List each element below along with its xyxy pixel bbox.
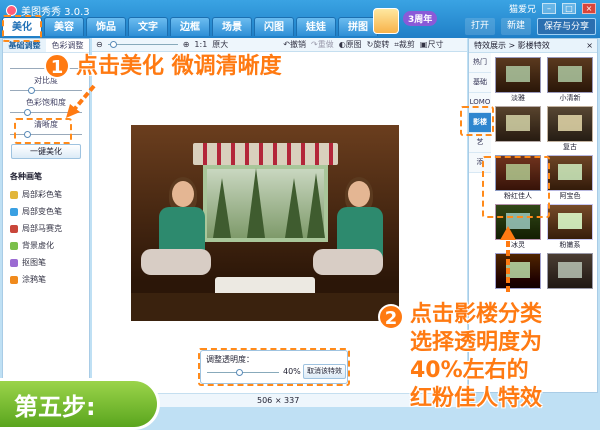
arrow-down-left-icon [66, 84, 96, 118]
arrow-up-icon [500, 226, 516, 292]
slider-knob[interactable] [28, 87, 35, 94]
zoom-knob[interactable] [109, 41, 117, 48]
zoom-in-icon[interactable]: ⊕ [183, 40, 190, 49]
main-tabs: 美化 美容 饰品 文字 边框 场景 闪图 娃娃 拼图 [2, 17, 378, 36]
tab-scene[interactable]: 场景 [212, 17, 252, 36]
brush-item[interactable]: 涂鸦笔 [3, 271, 89, 288]
effects-header: 特效展示 > 影楼特效 × [469, 39, 597, 53]
user-name[interactable]: 猫爱兄 [509, 2, 536, 15]
image-dimensions: 506 × 337 [257, 396, 300, 405]
maximize-icon[interactable]: □ [562, 3, 576, 14]
effect-thumb[interactable]: 阿宝色 [547, 155, 593, 201]
rotate-button[interactable]: ↻旋转 [367, 39, 390, 50]
tab-border[interactable]: 边框 [170, 17, 210, 36]
step-2-callout-line-2: 选择透明度为 [410, 330, 543, 355]
effect-thumb[interactable]: 粉嫩系 [547, 204, 593, 250]
undo-button[interactable]: ↶撤销 [283, 39, 306, 50]
file-actions: 打开 新建 保存与分享 [464, 18, 596, 35]
effect-thumb[interactable]: 复古 [547, 106, 593, 152]
tab-accessories[interactable]: 饰品 [86, 17, 126, 36]
step-2-marker: 2 [378, 304, 404, 330]
anniversary-banner: 3周年 [365, 2, 445, 36]
anniversary-label: 3周年 [403, 11, 438, 26]
zoom-slider[interactable] [107, 41, 178, 48]
category-basic[interactable]: 基础 [469, 73, 491, 93]
title-bar: 美图秀秀 3.0.3 美化 美容 饰品 文字 边框 场景 闪图 娃娃 拼图 3周… [0, 0, 600, 38]
highlight-transparency [198, 348, 350, 386]
effect-thumb[interactable] [495, 106, 541, 152]
step-1-marker: 1 [44, 53, 70, 79]
close-icon[interactable]: × [582, 3, 596, 14]
mosaic-icon [10, 224, 18, 233]
highlight-studio-category [460, 106, 494, 136]
edited-photo[interactable] [131, 125, 399, 321]
recolor-brush-icon [10, 207, 18, 216]
resize-button[interactable]: ▣尺寸 [420, 39, 444, 50]
photo-counter [131, 293, 399, 321]
brush-item[interactable]: 局部变色笔 [3, 203, 89, 220]
highlight-beautify-tab [2, 15, 42, 42]
brush-item[interactable]: 局部马赛克 [3, 220, 89, 237]
effect-thumb[interactable] [547, 253, 593, 299]
photo-tree [213, 178, 231, 238]
photo-tree [285, 178, 303, 238]
window-controls: 猫爱兄 – □ × [509, 2, 596, 15]
canvas-toolbar: ⊖ ⊕ 1:1 原大 ↶撤销 ↷重做 ◐原图 ↻旋转 ⌗裁剪 ▣尺寸 [92, 38, 467, 52]
redo-button[interactable]: ↷重做 [311, 39, 334, 50]
tab-doll[interactable]: 娃娃 [296, 17, 336, 36]
doodle-icon [10, 275, 18, 284]
slider-knob[interactable] [24, 109, 32, 116]
open-button[interactable]: 打开 [464, 18, 495, 35]
brush-item[interactable]: 背景虚化 [3, 237, 89, 254]
step-1-callout: 点击美化 微调清晰度 [76, 54, 282, 79]
close-panel-icon[interactable]: × [586, 39, 593, 53]
photo-valance [193, 143, 338, 165]
step-five-badge: 第五步: [0, 378, 160, 430]
cutout-icon [10, 258, 18, 267]
original-image-button[interactable]: ◐原图 [339, 39, 362, 50]
tab-text[interactable]: 文字 [128, 17, 168, 36]
category-hot[interactable]: 热门 [469, 53, 491, 73]
minimize-icon[interactable]: – [542, 3, 556, 14]
tab-makeup[interactable]: 美容 [44, 17, 84, 36]
effect-thumb[interactable]: 小清新 [547, 57, 593, 103]
blur-icon [10, 241, 18, 250]
cake-icon [373, 8, 399, 34]
crop-button[interactable]: ⌗裁剪 [394, 39, 415, 50]
highlight-pink-lady [482, 156, 550, 218]
photo-tree [307, 173, 325, 238]
effect-thumb[interactable]: 淡雅 [495, 57, 541, 103]
color-brush-icon [10, 190, 18, 199]
brush-section-title: 各种画笔 [10, 172, 42, 181]
brush-item[interactable]: 抠图笔 [3, 254, 89, 271]
step-2-callout-line-4: 红粉佳人特效 [410, 386, 543, 411]
tab-color-adjust[interactable]: 色彩调整 [46, 39, 89, 52]
one-key-beautify-button[interactable]: 一键美化 [11, 144, 81, 159]
tab-flash[interactable]: 闪图 [254, 17, 294, 36]
original-size-button[interactable]: 原大 [212, 39, 228, 50]
zoom-ratio[interactable]: 1:1 [194, 40, 207, 49]
category-art[interactable]: 艺 [469, 133, 491, 153]
new-button[interactable]: 新建 [500, 18, 531, 35]
zoom-out-icon[interactable]: ⊖ [96, 40, 103, 49]
step-2-callout-line-3: 40%左右的 [410, 358, 529, 383]
photo-window [203, 165, 328, 242]
step-2-callout-line-1: 点击影楼分类 [410, 302, 543, 327]
photo-tree [247, 168, 265, 238]
save-share-button[interactable]: 保存与分享 [536, 18, 596, 35]
brush-item[interactable]: 局部彩色笔 [3, 186, 89, 203]
